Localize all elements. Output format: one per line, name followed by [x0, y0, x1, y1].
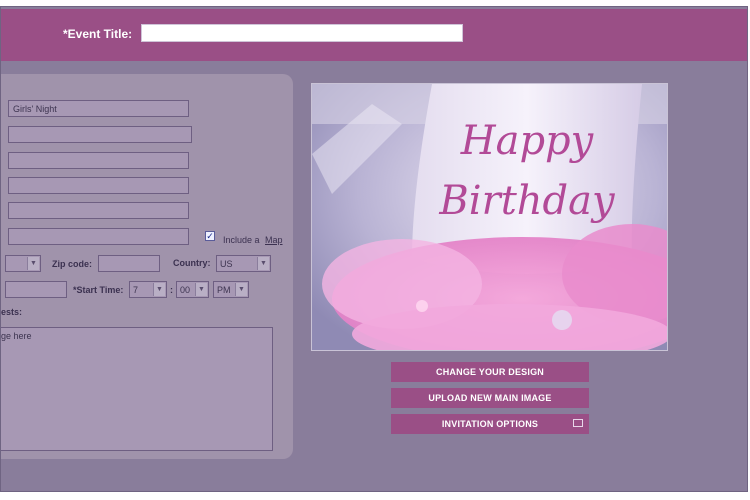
host-name-field[interactable]: Girls' Night	[8, 100, 189, 117]
invitation-editor: *Event Title: Girls' Night ✓ Include a M…	[0, 6, 748, 492]
start-ampm-select[interactable]: PM ▼	[213, 281, 249, 298]
country-select[interactable]: US ▼	[216, 255, 271, 272]
message-placeholder: age here	[1, 331, 32, 341]
start-hour-value: 7	[133, 285, 139, 295]
text-field-2[interactable]	[8, 126, 192, 143]
main-invitation-image: Happy Birthday	[311, 83, 668, 351]
start-ampm-value: PM	[217, 285, 231, 295]
event-title-label: *Event Title:	[63, 27, 133, 41]
start-hour-select[interactable]: 7 ▼	[129, 281, 167, 298]
upload-main-image-button[interactable]: UPLOAD NEW MAIN IMAGE	[391, 388, 589, 408]
message-textarea[interactable]: age here	[1, 327, 273, 451]
text-field-3[interactable]	[8, 152, 189, 169]
text-field-4[interactable]	[8, 177, 189, 194]
event-title-input[interactable]	[141, 24, 463, 42]
start-time-label: *Start Time:	[73, 285, 124, 295]
chevron-down-icon: ▼	[235, 283, 247, 296]
address-field[interactable]	[8, 228, 189, 245]
start-minute-value: 00	[180, 285, 191, 295]
invitation-options-button[interactable]: INVITATION OPTIONS	[391, 414, 589, 434]
chevron-down-icon: ▼	[27, 257, 39, 270]
hat-text-happy: Happy	[460, 118, 595, 164]
zip-code-label: Zip code:	[52, 259, 92, 269]
text-field-5[interactable]	[8, 202, 189, 219]
country-label: Country:	[173, 258, 211, 268]
message-label: ests:	[1, 307, 23, 317]
include-map-checkbox[interactable]: ✓	[205, 231, 215, 241]
country-value: US	[220, 259, 233, 269]
start-minute-select[interactable]: 00 ▼	[176, 281, 209, 298]
state-select[interactable]: ▼	[5, 255, 41, 272]
chevron-down-icon: ▼	[195, 283, 207, 296]
birthday-hat-photo: Happy Birthday	[312, 84, 667, 350]
invitation-options-label: INVITATION OPTIONS	[441, 419, 539, 429]
map-link[interactable]: Map	[265, 235, 283, 245]
chevron-down-icon: ▼	[153, 283, 165, 296]
zip-code-field[interactable]	[98, 255, 160, 272]
include-map-label: Include a	[223, 235, 260, 245]
date-field[interactable]	[5, 281, 67, 298]
hat-text-birthday: Birthday	[438, 178, 616, 224]
envelope-icon	[573, 419, 583, 427]
chevron-down-icon: ▼	[257, 257, 269, 270]
time-separator: :	[170, 285, 173, 295]
title-bar: *Event Title:	[1, 9, 747, 61]
change-design-button[interactable]: CHANGE YOUR DESIGN	[391, 362, 589, 382]
